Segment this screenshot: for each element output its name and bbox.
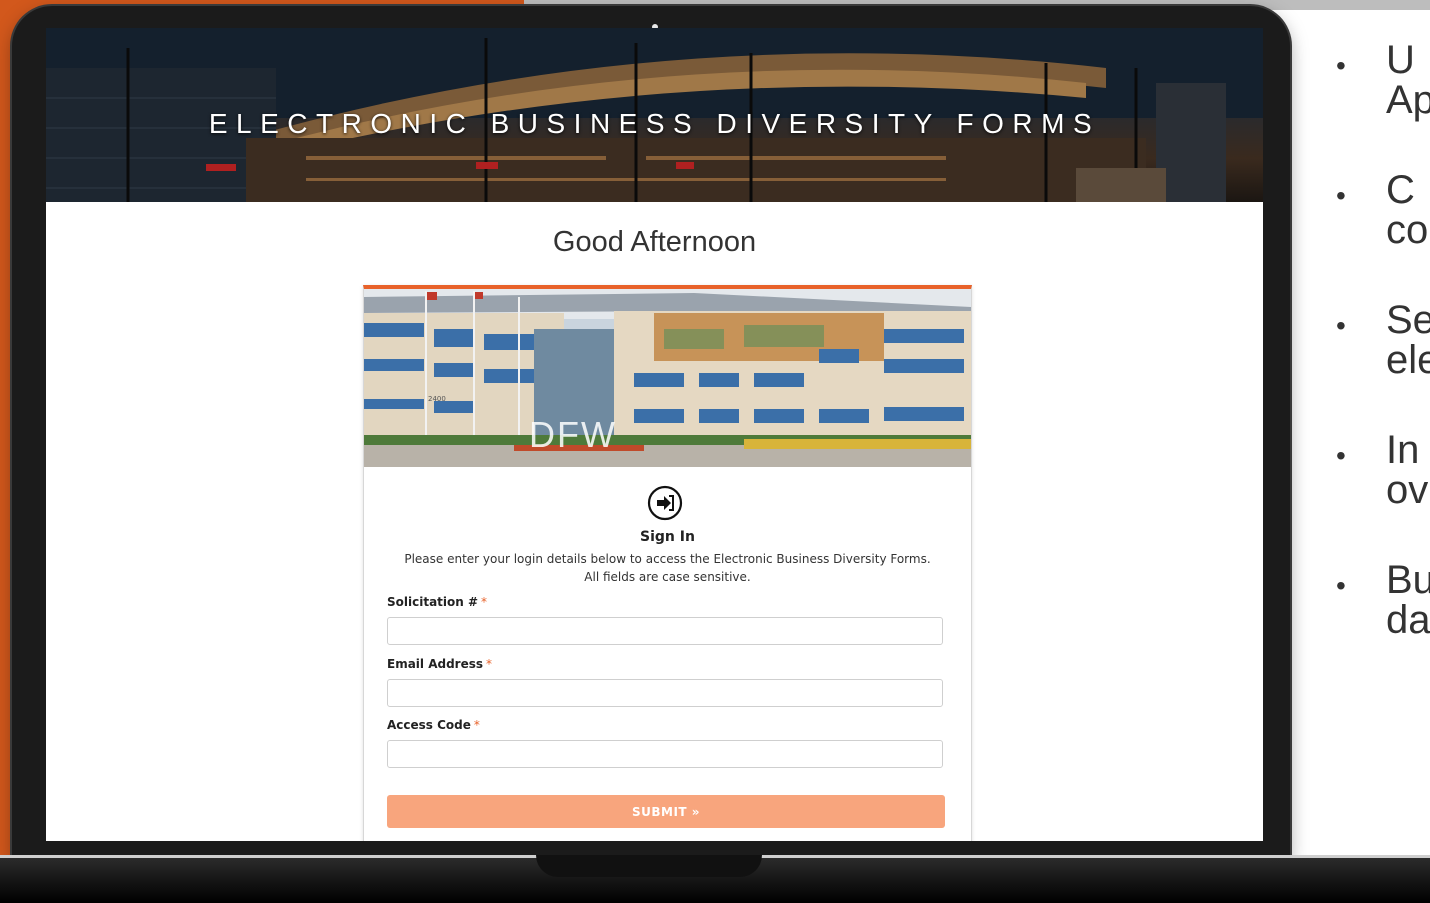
signin-card: 2400 DFW Sign In Please enter your login… <box>363 285 972 841</box>
dfw-logo-text: DFW <box>529 414 617 455</box>
required-mark: * <box>481 595 488 609</box>
building-number-text: 2400 <box>428 395 446 403</box>
bullet-item: • In ov <box>1336 428 1430 510</box>
bullet-dot-icon: • <box>1336 570 1346 601</box>
submit-button[interactable]: SUBMIT » <box>387 795 945 828</box>
signin-title: Sign In <box>640 529 695 545</box>
page-title: ELECTRONIC BUSINESS DIVERSITY FORMS <box>208 108 1101 139</box>
solicitation-label-text: Solicitation # <box>387 595 479 609</box>
greeting-heading: Good Afternoon <box>552 226 757 258</box>
access-code-input[interactable] <box>387 740 943 768</box>
bullet-item: • Bu da <box>1336 558 1430 640</box>
sign-in-icon <box>647 485 683 521</box>
headquarters-photo: 2400 DFW <box>364 289 971 467</box>
bullet-dot-icon: • <box>1336 180 1346 211</box>
bullet-text-line1: In <box>1386 428 1420 472</box>
solicitation-label: Solicitation # * <box>387 595 487 609</box>
bullet-text-line2: ov <box>1386 468 1429 512</box>
bullet-text-line1: Bu <box>1386 558 1430 602</box>
signin-description-line1: Please enter your login details below to… <box>404 552 931 566</box>
bullet-text-line2: Ap <box>1386 78 1430 122</box>
solicitation-input[interactable] <box>387 617 943 645</box>
bullet-text-line1: C <box>1386 168 1415 212</box>
header-banner: ELECTRONIC BUSINESS DIVERSITY FORMS <box>46 28 1263 202</box>
bullet-item: • Se ele <box>1336 298 1430 380</box>
required-mark: * <box>473 718 480 732</box>
bullet-dot-icon: • <box>1336 50 1346 81</box>
bullet-dot-icon: • <box>1336 310 1346 341</box>
bullet-text-line2: ele <box>1386 338 1430 382</box>
bullet-text-line2: da <box>1386 598 1430 642</box>
bullet-text-line2: co <box>1386 208 1429 252</box>
email-label: Email Address * <box>387 657 492 671</box>
email-label-text: Email Address <box>387 657 484 671</box>
laptop-hinge <box>536 855 762 877</box>
laptop-screen: ELECTRONIC BUSINESS DIVERSITY FORMS Good… <box>46 28 1263 841</box>
bullet-text-line1: Se <box>1386 298 1430 342</box>
email-input[interactable] <box>387 679 943 707</box>
required-mark: * <box>486 657 493 671</box>
bullet-dot-icon: • <box>1336 440 1346 471</box>
signin-description-line2: All fields are case sensitive. <box>584 570 751 584</box>
bullet-item: • C co <box>1336 168 1430 250</box>
bullet-item: • U Ap <box>1336 38 1430 120</box>
signin-description: Please enter your login details below to… <box>374 550 961 586</box>
bullet-text-line1: U <box>1386 38 1415 82</box>
access-code-label: Access Code * <box>387 718 480 732</box>
access-code-label-text: Access Code <box>387 718 471 732</box>
